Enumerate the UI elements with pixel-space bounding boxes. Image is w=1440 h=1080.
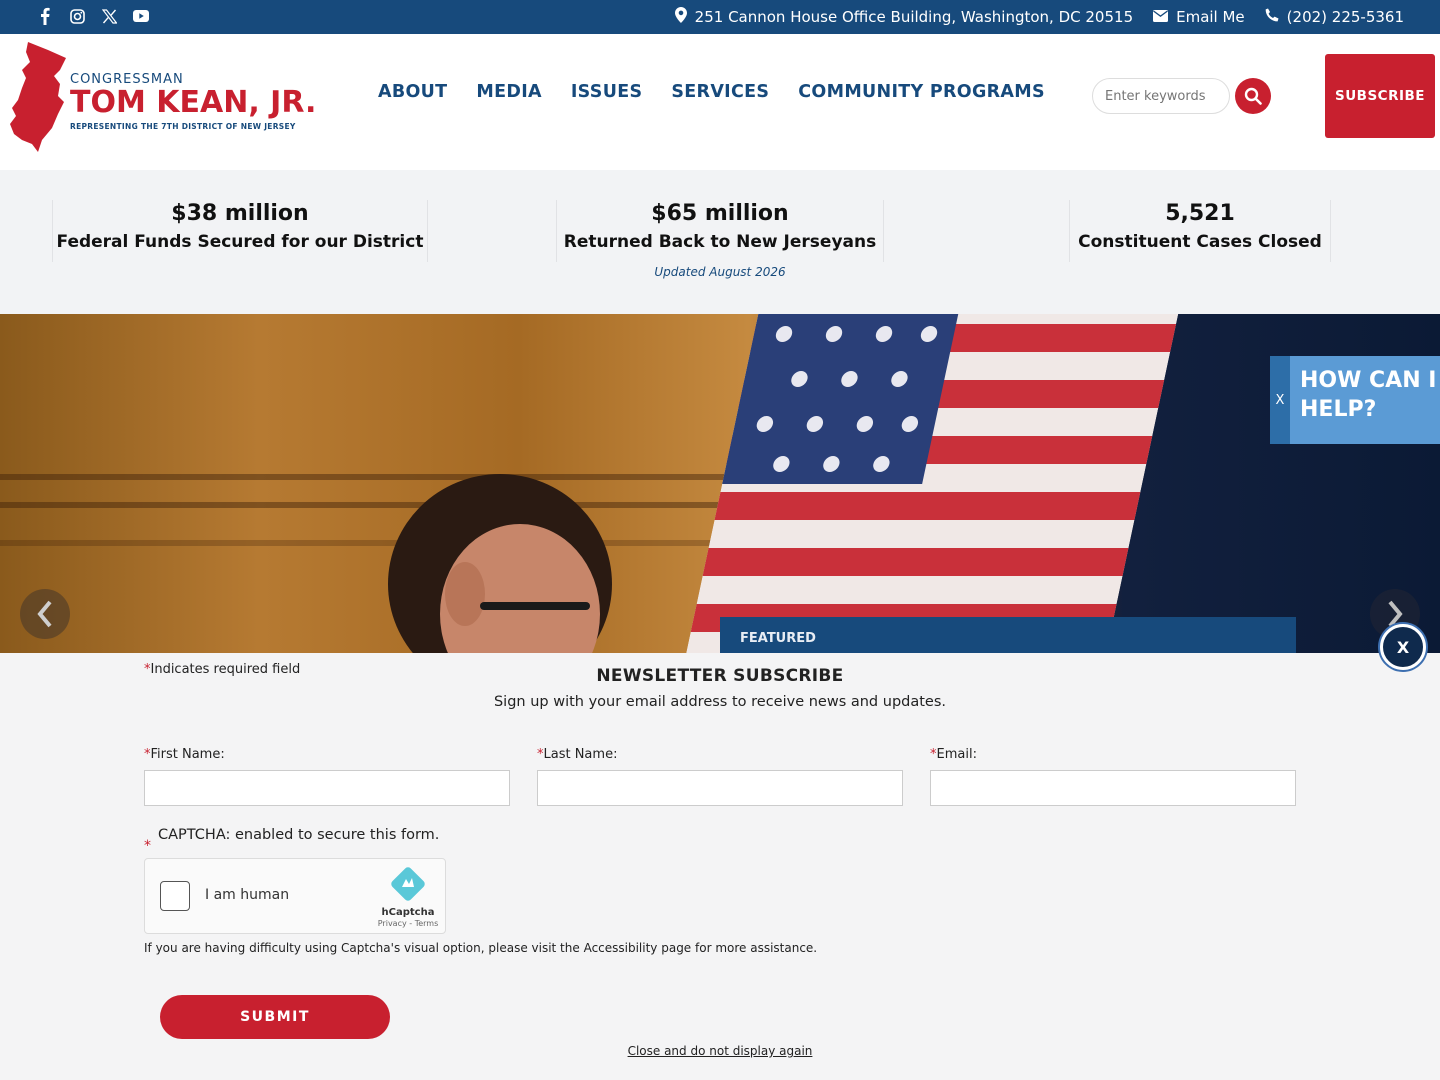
nav-item-media[interactable]: MEDIA xyxy=(476,82,541,102)
facebook-icon[interactable] xyxy=(36,6,54,26)
map-pin-icon xyxy=(674,7,687,27)
nav-item-issues[interactable]: ISSUES xyxy=(571,82,643,102)
stats-updated-note: Updated August 2026 xyxy=(654,265,786,279)
new-jersey-map-icon xyxy=(10,42,66,152)
help-widget[interactable]: X HOW CAN I HELP? xyxy=(1270,356,1440,444)
logo-name: TOM KEAN, JR. xyxy=(70,85,317,120)
email-field[interactable] xyxy=(930,770,1296,806)
captcha-human-label: I am human xyxy=(205,887,290,903)
search-icon xyxy=(1244,87,1262,105)
search-box xyxy=(1092,78,1230,114)
stat-value: $38 million xyxy=(171,201,309,226)
hcaptcha-privacy-terms[interactable]: Privacy - Terms xyxy=(371,919,445,928)
congressman-photo xyxy=(388,474,612,654)
email-label-text: Email: xyxy=(936,747,977,762)
newsletter-close-button[interactable]: X xyxy=(1380,624,1426,670)
newsletter-title: NEWSLETTER SUBSCRIBE xyxy=(596,666,844,686)
close-do-not-display-link[interactable]: Close and do not display again xyxy=(0,1044,1440,1058)
site-logo[interactable]: CONGRESSMAN TOM KEAN, JR. REPRESENTING T… xyxy=(8,40,316,156)
help-widget-title: HOW CAN I HELP? xyxy=(1300,366,1436,424)
phone-link[interactable]: (202) 225-5361 xyxy=(1265,8,1404,26)
newsletter-subtitle: Sign up with your email address to recei… xyxy=(493,694,947,710)
required-star: * xyxy=(144,838,151,854)
x-icon[interactable] xyxy=(100,6,118,26)
last-name-label-text: Last Name: xyxy=(543,747,618,762)
email-label: *Email: xyxy=(930,747,977,762)
stat-value: $65 million xyxy=(651,201,789,226)
last-name-field[interactable] xyxy=(537,770,903,806)
contact-info: 251 Cannon House Office Building, Washin… xyxy=(674,0,1404,34)
top-bar: 251 Cannon House Office Building, Washin… xyxy=(0,0,1440,34)
hcaptcha-brand: hCaptcha xyxy=(381,907,435,918)
hcaptcha-widget: I am human hCaptcha Privacy - Terms xyxy=(144,858,446,934)
email-label[interactable]: Email Me xyxy=(1176,8,1245,26)
search-input[interactable] xyxy=(1093,79,1229,113)
help-widget-close-button[interactable]: X xyxy=(1270,356,1290,444)
youtube-icon[interactable] xyxy=(132,6,150,26)
last-name-label: *Last Name: xyxy=(537,747,617,762)
search-button[interactable] xyxy=(1235,78,1271,114)
instagram-icon[interactable] xyxy=(68,6,86,26)
help-title-line: HELP? xyxy=(1300,397,1377,422)
stats-banner: $38 million Federal Funds Secured for ou… xyxy=(0,170,1440,314)
phone-number[interactable]: (202) 225-5361 xyxy=(1287,8,1404,26)
captcha-checkbox[interactable] xyxy=(160,881,190,911)
stat-label: Returned Back to New Jerseyans xyxy=(563,232,877,252)
email-link[interactable]: Email Me xyxy=(1153,8,1245,26)
featured-label[interactable]: FEATURED xyxy=(720,617,1296,654)
captcha-help-text: If you are having difficulty using Captc… xyxy=(144,941,818,955)
logo-tagline: REPRESENTING THE 7TH DISTRICT OF NEW JER… xyxy=(70,122,296,131)
stat-cases-closed: 5,521 Constituent Cases Closed xyxy=(1069,200,1331,262)
stat-returned: $65 million Returned Back to New Jerseya… xyxy=(556,200,884,262)
chevron-left-icon xyxy=(37,600,52,628)
nav-item-about[interactable]: ABOUT xyxy=(378,82,447,102)
hero-carousel xyxy=(0,314,1440,654)
first-name-field[interactable] xyxy=(144,770,510,806)
address-text: 251 Cannon House Office Building, Washin… xyxy=(694,8,1134,26)
site-header: CONGRESSMAN TOM KEAN, JR. REPRESENTING T… xyxy=(0,34,1440,170)
phone-icon xyxy=(1265,8,1279,26)
help-title-line: HOW CAN I xyxy=(1300,368,1437,393)
first-name-label-text: First Name: xyxy=(150,747,225,762)
hcaptcha-logo-icon xyxy=(391,867,425,901)
carousel-prev-button[interactable] xyxy=(20,589,70,639)
submit-button[interactable]: SUBMIT xyxy=(160,995,390,1039)
stat-label: Federal Funds Secured for our District xyxy=(56,232,424,252)
american-flag-image xyxy=(679,314,1181,654)
stat-federal-funds: $38 million Federal Funds Secured for ou… xyxy=(52,200,428,262)
address: 251 Cannon House Office Building, Washin… xyxy=(674,7,1134,27)
subscribe-button[interactable]: SUBSCRIBE xyxy=(1325,54,1435,138)
stat-label: Constituent Cases Closed xyxy=(1078,232,1322,252)
envelope-icon xyxy=(1153,8,1169,26)
nav-item-services[interactable]: SERVICES xyxy=(671,82,769,102)
stat-value: 5,521 xyxy=(1165,201,1235,226)
main-nav: ABOUT MEDIA ISSUES SERVICES COMMUNITY PR… xyxy=(378,82,1045,102)
social-links xyxy=(36,6,150,26)
first-name-label: *First Name: xyxy=(144,747,225,762)
nav-item-community-programs[interactable]: COMMUNITY PROGRAMS xyxy=(798,82,1045,102)
captcha-label: CAPTCHA: enabled to secure this form. xyxy=(158,827,440,843)
